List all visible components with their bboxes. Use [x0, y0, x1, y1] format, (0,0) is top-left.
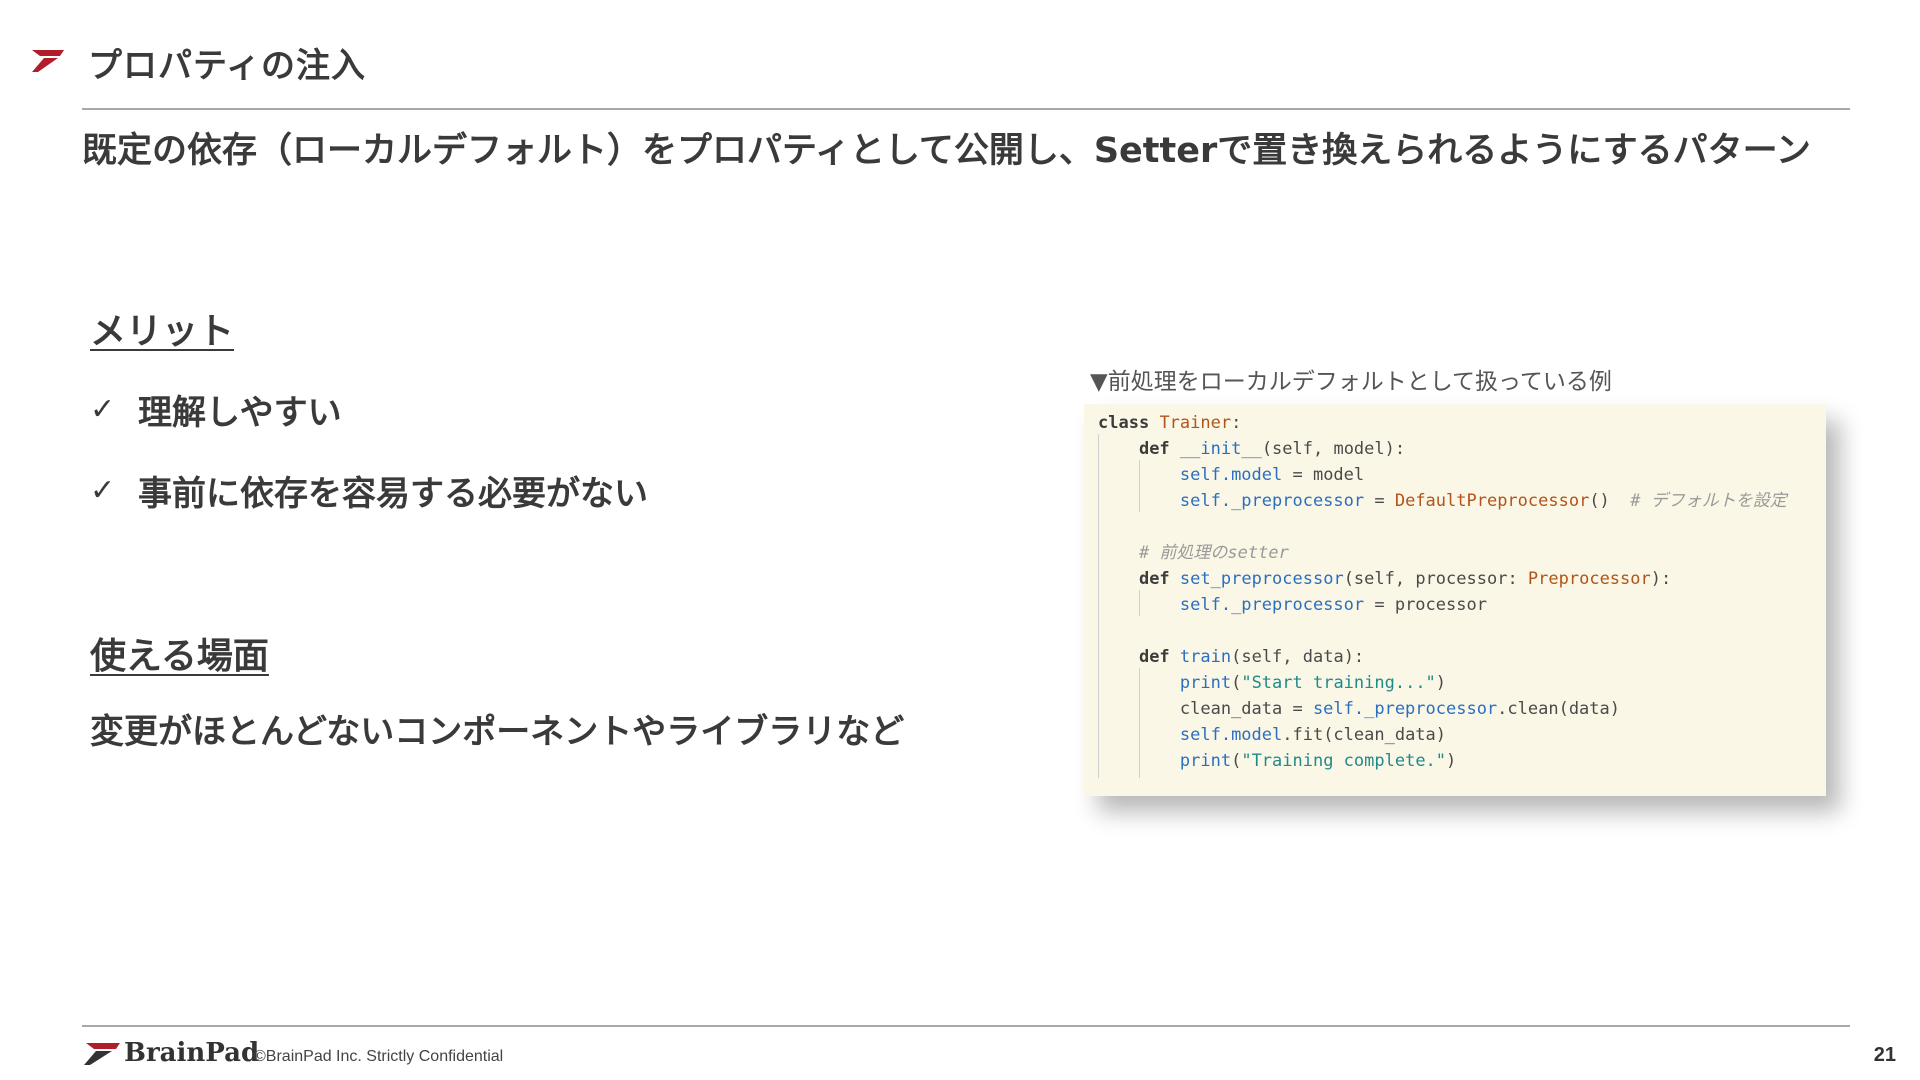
- header-divider: [82, 108, 1850, 110]
- code-line: print("Training complete."): [1179, 751, 1457, 771]
- footer-logo: BrainPad: [82, 1038, 259, 1068]
- merits-heading: メリット: [90, 311, 235, 352]
- checkmark-icon: ✓: [90, 473, 116, 508]
- code-line: # 前処理のsetter: [1138, 543, 1289, 563]
- code-line: self._preprocessor = DefaultPreprocessor…: [1179, 491, 1787, 511]
- code-panel: class Trainer: def __init__(self, model)…: [1084, 404, 1826, 796]
- checkmark-icon: ✓: [90, 392, 116, 427]
- lead-description: 既定の依存（ローカルデフォルト）をプロパティとして公開し、Setterで置き換え…: [82, 131, 1811, 171]
- code-line: clean_data = self._preprocessor.clean(da…: [1098, 699, 1620, 719]
- code-line: class Trainer:: [1098, 413, 1242, 433]
- merit-item-label: 事前に依存を容易する必要がない: [138, 474, 648, 514]
- code-caption: ▼前処理をローカルデフォルトとして扱っている例: [1090, 369, 1612, 395]
- logo-text: BrainPad: [124, 1038, 260, 1068]
- code-line: def __init__(self, model):: [1138, 439, 1406, 459]
- use-cases-text: 変更がほとんどないコンポーネントやライブラリなど: [90, 712, 905, 752]
- merit-item: ✓ 事前に依存を容易する必要がない: [90, 466, 648, 515]
- code-line: self._preprocessor = processor: [1179, 595, 1487, 615]
- brainpad-chevron-icon: [32, 50, 64, 72]
- code-line: self.model = model: [1179, 465, 1365, 485]
- use-cases-heading: 使える場面: [90, 636, 269, 677]
- page-number: 21: [1873, 1044, 1896, 1066]
- code-line: print("Start training..."): [1179, 673, 1447, 693]
- footer-copyright: ©BrainPad Inc. Strictly Confidential: [254, 1048, 504, 1065]
- merit-item: ✓ 理解しやすい: [90, 385, 342, 434]
- code-line: def train(self, data):: [1138, 647, 1365, 667]
- brainpad-logo-icon: [84, 1043, 120, 1065]
- code-line: self.model.fit(clean_data): [1179, 725, 1447, 745]
- slide-title: プロパティの注入: [88, 46, 366, 86]
- merit-item-label: 理解しやすい: [138, 393, 342, 433]
- footer-divider: [82, 1025, 1850, 1027]
- code-line: def set_preprocessor(self, processor: Pr…: [1138, 569, 1672, 589]
